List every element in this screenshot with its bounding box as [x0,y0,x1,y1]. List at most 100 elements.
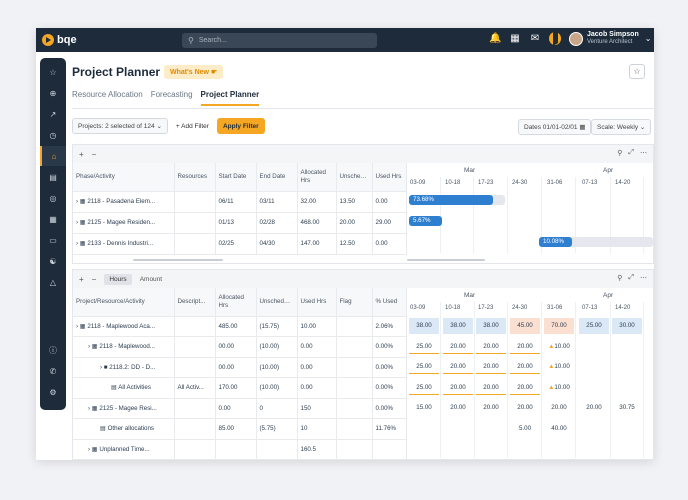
scale-select[interactable]: Scale: Weekly ⌄ [591,119,652,135]
hours-cell[interactable] [409,441,439,457]
bell-icon[interactable]: 🔔 [489,33,501,44]
phase-name-cell[interactable]: › ▦ 2118 - Pasadena Elem... [73,191,175,213]
favorite-button[interactable]: ☆ [629,64,645,79]
name-cell[interactable]: ▤ Other allocations [73,418,175,440]
chat-icon[interactable]: ✉ [529,33,541,44]
hours-cell[interactable]: 20.00 [443,340,473,354]
progress-bar[interactable]: 10.08% [539,237,572,247]
col-allocated[interactable]: Allocated Hrs [297,163,337,192]
col-used[interactable]: Used Hrs [297,288,337,317]
name-cell[interactable]: › ▦ 2125 - Magee Resi... [73,398,175,419]
more-icon[interactable]: ⋯ [640,274,647,282]
name-cell[interactable]: ▤ All Activities [73,377,175,399]
hours-cell[interactable]: 20.00 [579,400,609,416]
hours-cell[interactable]: 20.00 [476,381,506,395]
amount-toggle[interactable]: Amount [140,276,162,283]
hours-cell[interactable] [579,359,609,375]
hours-cell[interactable]: 20.00 [510,340,540,354]
star-icon[interactable]: ☆ [40,62,66,82]
add-filter-button[interactable]: + Add Filter [172,123,213,130]
table-row[interactable]: › ▦ 2125 - Magee Residen... 01/13 02/28 … [73,212,407,234]
hours-cell[interactable]: 20.00 [476,360,506,374]
help-icon[interactable]: ⓘ [40,340,66,360]
hours-cell[interactable]: 38.00 [476,318,506,334]
hours-toggle[interactable]: Hours [104,273,132,285]
users-icon[interactable]: ☯ [40,251,66,271]
tab-resource-allocation[interactable]: Resource Allocation [72,90,143,106]
name-cell[interactable]: › ▦ 2118 - Maplewood... [73,336,175,358]
hours-cell[interactable]: 45.00 [510,318,540,334]
projects-filter[interactable]: Projects: 2 selected of 124 ⌄ [72,118,168,134]
hours-cell[interactable] [612,359,642,375]
hours-cell[interactable] [544,441,574,457]
table-row[interactable]: ▤ All Activities All Activ... 170.00 (10… [73,377,407,399]
hours-cell[interactable]: 20.00 [443,400,473,416]
table-row[interactable]: › ▦ 2118 - Maplewood Aca... 485.00 (15.7… [73,316,407,337]
col-flag[interactable]: Flag [336,288,373,317]
horizontal-scrollbar[interactable] [133,259,223,261]
hours-cell[interactable]: 20.00 [443,360,473,374]
table-row[interactable]: › ▦ 2125 - Magee Resi... 0.00 0 150 0.00… [73,398,407,419]
horizontal-scrollbar[interactable] [407,259,485,261]
chevron-right-icon[interactable]: › [76,198,78,205]
apply-filter-button[interactable]: Apply Filter [216,118,265,134]
progress-bar[interactable]: 73.68% [409,195,493,205]
table-row[interactable]: ▤ Other allocations 85.00 (5.75) 10 11.7… [73,418,407,440]
chevron-right-icon[interactable]: › [88,446,90,453]
col-resources[interactable]: Resources [174,163,216,192]
col-phase[interactable]: Phase/Activity [73,163,175,192]
hours-cell[interactable]: 20.00 [443,381,473,395]
hours-cell[interactable]: ▲10.00 [544,339,574,355]
clock-icon[interactable]: ◷ [40,125,66,145]
collapse-all-icon[interactable]: − [92,150,97,159]
chevron-right-icon[interactable]: › [76,240,78,247]
coins-icon[interactable]: ◎ [40,188,66,208]
col-end[interactable]: End Date [256,163,298,192]
chart-icon[interactable]: ↗ [40,104,66,124]
hours-cell[interactable]: 15.00 [409,400,439,416]
hours-cell[interactable] [612,421,642,437]
hours-cell[interactable] [579,380,609,396]
name-cell[interactable]: › ▦ 2118 - Maplewood Aca... [73,316,175,337]
plus-circle-icon[interactable]: ⊕ [40,83,66,103]
hours-cell[interactable] [476,421,506,437]
hours-cell[interactable]: 25.00 [409,360,439,374]
dates-picker[interactable]: Dates 01/01-02/01 ▦ [518,119,592,135]
hours-cell[interactable]: 25.00 [579,318,609,334]
col-allocated[interactable]: Allocated Hrs [215,288,257,317]
expand-all-icon[interactable]: + [79,275,84,284]
name-cell[interactable]: › ■ 2118.2: DD - D... [73,357,175,378]
card-icon[interactable]: ▭ [40,230,66,250]
table-row[interactable]: › ▦ Unplanned Time... 160.5 [73,439,407,460]
hours-cell[interactable] [579,339,609,355]
network-icon[interactable]: △ [40,272,66,292]
hours-cell[interactable] [612,441,642,457]
hours-cell[interactable] [579,441,609,457]
home-icon[interactable]: ⌂ [40,146,66,166]
hours-cell[interactable]: 20.00 [510,360,540,374]
chevron-right-icon[interactable]: › [100,364,102,371]
brand-logo[interactable]: bqe [42,34,77,46]
search-icon[interactable]: ⚲ [617,149,622,157]
chevron-right-icon[interactable]: › [88,343,90,350]
hours-cell[interactable]: 25.00 [409,381,439,395]
fullscreen-icon[interactable]: ⤢ [628,149,634,157]
settings-icon[interactable]: ⚙ [40,382,66,402]
col-description[interactable]: Descript... [174,288,216,317]
tab-forecasting[interactable]: Forecasting [151,90,193,106]
hours-cell[interactable]: 20.00 [510,400,540,416]
col-project[interactable]: Project/Resource/Activity [73,288,175,317]
table-row[interactable]: › ▦ 2133 - Dennis Industri... 02/25 04/3… [73,233,407,255]
chevron-right-icon[interactable]: › [76,323,78,330]
search-icon[interactable]: ⚲ [617,274,622,282]
expand-all-icon[interactable]: + [79,150,84,159]
hours-cell[interactable] [612,380,642,396]
calendar-icon[interactable]: ▦ [509,33,521,44]
hours-cell[interactable] [443,441,473,457]
tab-project-planner[interactable]: Project Planner [200,90,260,106]
hours-cell[interactable]: 30.75 [612,400,642,416]
hours-cell[interactable] [612,339,642,355]
phone-icon[interactable]: ✆ [40,361,66,381]
more-icon[interactable]: ⋯ [640,149,647,157]
col-start[interactable]: Start Date [215,163,257,192]
